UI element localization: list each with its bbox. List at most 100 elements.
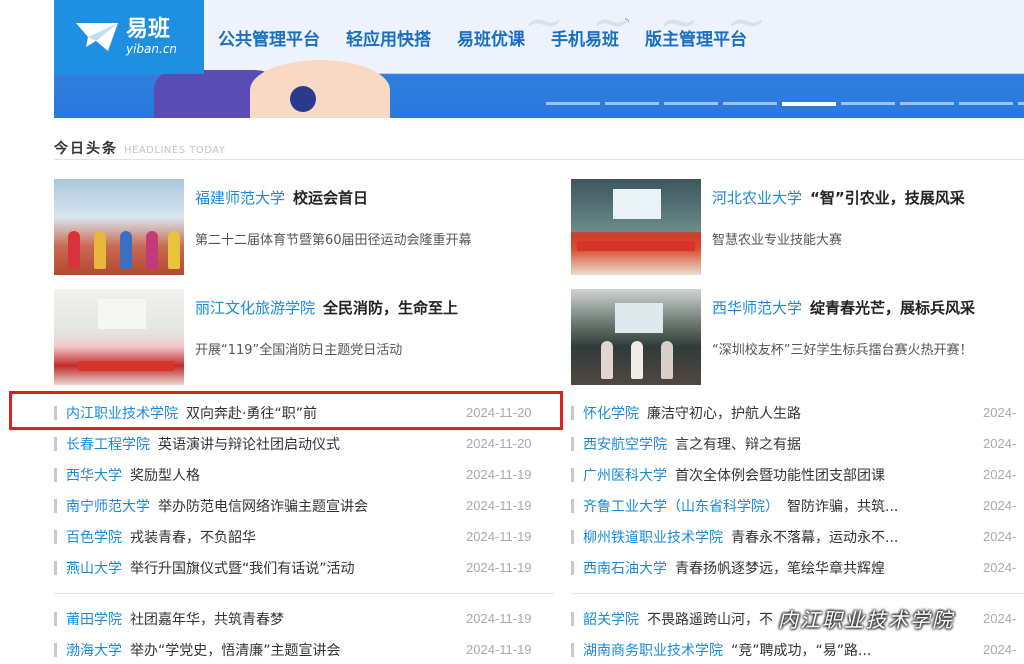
list-title-link[interactable]: 举办“学党史，悟清廉”主题宣讲会 (130, 640, 341, 660)
list-date: 2024-11-19 (466, 642, 532, 657)
carousel-dot-active[interactable] (782, 102, 836, 106)
list-school-link[interactable]: 燕山大学 (66, 558, 122, 578)
list-title-link[interactable]: 举行升国旗仪式暨“我们有话说”活动 (130, 558, 355, 578)
featured-school[interactable]: 福建师范大学 (195, 189, 285, 207)
list-item[interactable]: 渤海大学 举办“学党史，悟清廉”主题宣讲会 2024-11-19 (54, 633, 554, 664)
featured-topic[interactable]: 全民消防，生命至上 (323, 299, 458, 317)
projector-screen (615, 303, 663, 333)
list-school-link[interactable]: 西华大学 (66, 465, 122, 485)
carousel-dot[interactable] (664, 102, 718, 105)
list-item[interactable]: 燕山大学 举行升国旗仪式暨“我们有话说”活动 2024-11-19 (54, 551, 554, 582)
list-item[interactable]: 湖南商务职业技术学院 “竞”聘成功，“易”路... 2024- (571, 633, 1024, 664)
carousel-dot[interactable] (1018, 102, 1024, 105)
featured-school[interactable]: 河北农业大学 (712, 189, 802, 207)
featured-desc[interactable]: “深圳校友杯”三好学生标兵擂台赛火热开赛！ (712, 339, 972, 358)
carousel-dot[interactable] (959, 102, 1013, 105)
featured-topic[interactable]: 校运会首日 (293, 189, 368, 207)
list-school-link[interactable]: 柳州铁道职业技术学院 (583, 527, 723, 547)
list-date: 2024- (983, 529, 1017, 544)
featured-school[interactable]: 丽江文化旅游学院 (195, 299, 315, 317)
featured-thumbnail[interactable] (571, 289, 701, 385)
list-item[interactable]: 莆田学院 社团嘉年华，共筑青春梦 2024-11-19 (54, 602, 554, 633)
list-date: 2024- (983, 467, 1017, 482)
featured-item[interactable]: 河北农业大学 “智”引农业，技展风采 智慧农业专业技能大赛 (571, 179, 1024, 275)
list-school-link[interactable]: 怀化学院 (583, 403, 639, 423)
list-title-link[interactable]: 青春扬帆逐梦远，笔绘华章共辉煌 (675, 558, 973, 578)
nav-light-app[interactable]: 轻应用快搭 (346, 25, 431, 50)
list-title-link[interactable]: 社团嘉年华，共筑青春梦 (130, 609, 284, 629)
yiban-logo[interactable]: 易班 yiban.cn (54, 0, 204, 74)
featured-item[interactable]: 福建师范大学 校运会首日 第二十二届体育节暨第60届田径运动会隆重开幕 (54, 179, 514, 275)
featured-school[interactable]: 西华师范大学 (712, 299, 802, 317)
list-school-link[interactable]: 湖南商务职业技术学院 (583, 640, 723, 660)
list-title-link[interactable]: 首次全体例会暨功能性团支部团课 (675, 465, 973, 485)
list-date: 2024-11-19 (466, 498, 532, 513)
list-title-link[interactable]: “竞”聘成功，“易”路... (731, 640, 973, 660)
featured-topic[interactable]: “智”引农业，技展风采 (810, 189, 965, 207)
list-date: 2024-11-20 (466, 436, 532, 451)
list-school-link[interactable]: 渤海大学 (66, 640, 122, 660)
featured-item[interactable]: 西华师范大学 绽青春光芒，展标兵风采 “深圳校友杯”三好学生标兵擂台赛火热开赛！ (571, 289, 1024, 385)
figure (146, 231, 158, 269)
logo-text-cn: 易班 (126, 17, 171, 42)
list-school-link[interactable]: 百色学院 (66, 527, 122, 547)
list-school-link[interactable]: 西安航空学院 (583, 434, 667, 454)
list-school-link[interactable]: 齐鲁工业大学（山东省科学院） (583, 496, 779, 516)
featured-thumbnail[interactable] (571, 179, 701, 275)
carousel-dot[interactable] (546, 102, 600, 105)
list-bullet (54, 612, 57, 626)
list-item[interactable]: 长春工程学院 英语演讲与辩论社团启动仪式 2024-11-20 (54, 427, 554, 458)
list-title-link[interactable]: 英语演讲与辩论社团启动仪式 (158, 434, 340, 454)
featured-thumbnail[interactable] (54, 289, 184, 385)
projector-screen (613, 189, 661, 219)
nav-mobile-yiban[interactable]: 手机易班 ◝ (551, 17, 629, 50)
paper-plane-icon (76, 23, 118, 51)
list-bullet (571, 406, 574, 420)
selection-highlight (9, 391, 563, 430)
featured-item[interactable]: 丽江文化旅游学院 全民消防，生命至上 开展“119”全国消防日主题党日活动 (54, 289, 514, 385)
list-item[interactable]: 南宁师范大学 举办防范电信网络诈骗主题宣讲会 2024-11-19 (54, 489, 554, 520)
list-item[interactable]: 齐鲁工业大学（山东省科学院） 智防诈骗，共筑... 2024- (571, 489, 1024, 520)
list-title-link[interactable]: 戎装青春，不负韶华 (130, 527, 256, 547)
section-title-en: HEADLINES TODAY (124, 145, 226, 156)
list-divider (571, 593, 1024, 594)
list-item[interactable]: 广州医科大学 首次全体例会暨功能性团支部团课 2024- (571, 458, 1024, 489)
featured-thumbnail[interactable] (54, 179, 184, 275)
list-school-link[interactable]: 长春工程学院 (66, 434, 150, 454)
list-title-link[interactable]: 青春永不落幕，运动永不... (731, 527, 973, 547)
list-school-link[interactable]: 西南石油大学 (583, 558, 667, 578)
nav-moderator-platform[interactable]: 版主管理平台 (645, 25, 747, 50)
list-bullet (571, 530, 574, 544)
featured-desc[interactable]: 第二十二届体育节暨第60届田径运动会隆重开幕 (195, 229, 472, 248)
list-bullet (54, 643, 57, 657)
list-title-link[interactable]: 智防诈骗，共筑... (787, 496, 973, 516)
list-title-link[interactable]: 奖励型人格 (130, 465, 200, 485)
featured-topic[interactable]: 绽青春光芒，展标兵风采 (810, 299, 975, 317)
featured-desc[interactable]: 智慧农业专业技能大赛 (712, 229, 842, 248)
list-title-link[interactable]: 言之有理、辩之有据 (675, 434, 973, 454)
carousel-dot[interactable] (841, 102, 895, 105)
carousel-dot[interactable] (900, 102, 954, 105)
logo-text-en: yiban.cn (126, 42, 178, 56)
list-item[interactable]: 怀化学院 廉洁守初心，护航人生路 2024- (571, 396, 1024, 427)
list-item[interactable]: 西华大学 奖励型人格 2024-11-19 (54, 458, 554, 489)
list-school-link[interactable]: 南宁师范大学 (66, 496, 150, 516)
carousel-dot[interactable] (723, 102, 777, 105)
list-bullet (571, 561, 574, 575)
nav-public-platform[interactable]: 公共管理平台 (218, 25, 320, 50)
list-bullet (571, 643, 574, 657)
figure (68, 231, 80, 269)
list-school-link[interactable]: 韶关学院 (583, 609, 639, 629)
carousel-dot[interactable] (605, 102, 659, 105)
nav-yiban-course[interactable]: 易班优课 (457, 25, 525, 50)
list-item[interactable]: 柳州铁道职业技术学院 青春永不落幕，运动永不... 2024- (571, 520, 1024, 551)
list-school-link[interactable]: 莆田学院 (66, 609, 122, 629)
featured-desc[interactable]: 开展“119”全国消防日主题党日活动 (195, 339, 402, 358)
list-title-link[interactable]: 举办防范电信网络诈骗主题宣讲会 (158, 496, 368, 516)
list-item[interactable]: 百色学院 戎装青春，不负韶华 2024-11-19 (54, 520, 554, 551)
figure (94, 231, 106, 269)
list-item[interactable]: 西安航空学院 言之有理、辩之有据 2024- (571, 427, 1024, 458)
list-item[interactable]: 西南石油大学 青春扬帆逐梦远，笔绘华章共辉煌 2024- (571, 551, 1024, 582)
list-title-link[interactable]: 廉洁守初心，护航人生路 (647, 403, 973, 423)
list-school-link[interactable]: 广州医科大学 (583, 465, 667, 485)
